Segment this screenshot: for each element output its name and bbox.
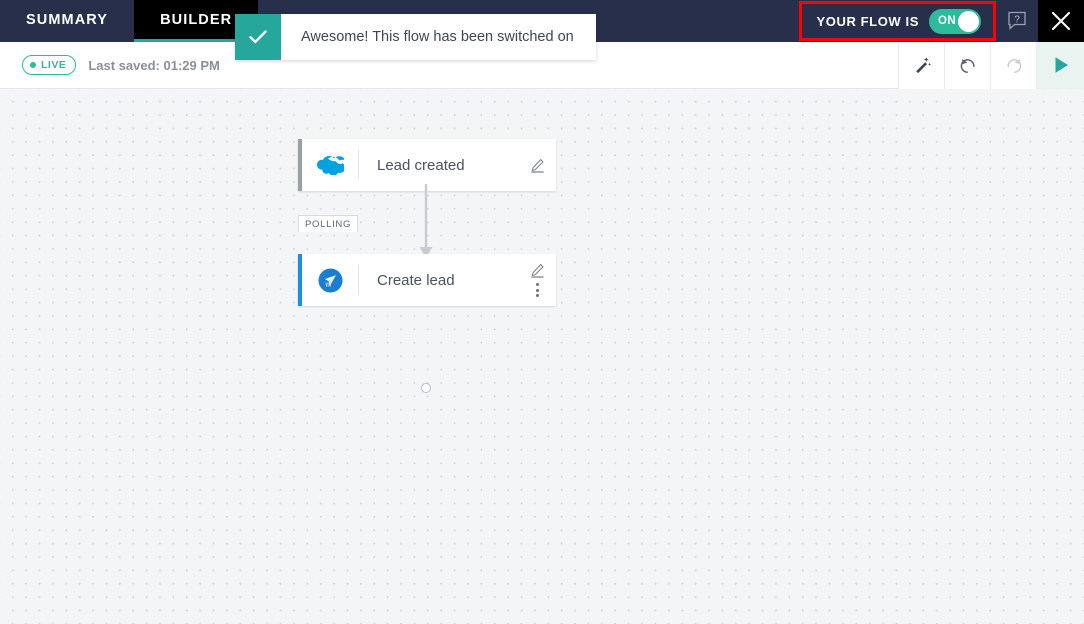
kebab-menu-icon — [535, 283, 539, 286]
status-dot-icon — [30, 62, 36, 68]
toast-icon-panel — [235, 14, 281, 60]
close-button[interactable] — [1038, 0, 1084, 42]
status-badge-label: LIVE — [41, 59, 67, 71]
action-app-icon-wrap — [302, 267, 358, 293]
flow-canvas[interactable]: POLLING Lead created Create lead — [0, 89, 1084, 624]
toast-notification: Awesome! This flow has been switched on — [235, 14, 596, 60]
zoho-crm-icon — [317, 267, 343, 293]
tab-summary-label: SUMMARY — [26, 11, 109, 28]
run-flow-button[interactable] — [1036, 41, 1084, 89]
flow-toggle-label: YOUR FLOW IS — [816, 13, 919, 29]
salesforce-cloud-icon — [316, 155, 344, 175]
redo-icon — [1006, 59, 1021, 73]
flow-toggle-state-text: ON — [938, 15, 957, 27]
flow-on-off-toggle[interactable]: ON — [929, 8, 981, 34]
pencil-icon — [530, 158, 544, 173]
kebab-menu-icon — [535, 294, 539, 297]
kebab-menu-icon — [535, 288, 539, 292]
status-badge: LIVE — [22, 55, 77, 75]
flow-state-highlight-box: YOUR FLOW IS ON — [799, 1, 996, 41]
action-node-actions — [522, 263, 556, 297]
trigger-app-icon-wrap — [302, 155, 358, 175]
help-button[interactable]: ? — [996, 0, 1038, 42]
action-menu-button[interactable] — [535, 283, 539, 297]
run-icon — [1055, 57, 1068, 73]
trigger-node-title: Lead created — [377, 156, 465, 174]
flow-node-action[interactable]: Create lead — [298, 254, 556, 306]
trigger-node-actions — [522, 158, 556, 173]
magic-wand-icon — [915, 57, 931, 74]
action-node-title: Create lead — [377, 271, 455, 289]
top-navigation-right-group: YOUR FLOW IS ON ? — [799, 0, 1084, 42]
close-icon — [1051, 11, 1071, 31]
undo-button[interactable] — [944, 41, 990, 89]
node-type-badge-polling: POLLING — [298, 215, 359, 232]
tab-summary[interactable]: SUMMARY — [0, 0, 134, 42]
check-icon — [249, 30, 267, 44]
trigger-edit-button[interactable] — [530, 158, 545, 173]
svg-text:?: ? — [1014, 15, 1020, 26]
toggle-knob — [958, 10, 979, 32]
toast-message: Awesome! This flow has been switched on — [281, 14, 596, 60]
action-edit-button[interactable] — [530, 263, 545, 278]
action-output-port[interactable] — [421, 383, 431, 393]
magic-wand-button[interactable] — [898, 41, 944, 89]
flow-builder-app: SUMMARY BUILDER HISTORY YOUR FLOW IS ON — [0, 0, 1084, 624]
tab-builder-label: BUILDER — [160, 11, 233, 28]
last-saved-text: Last saved: 01:29 PM — [88, 57, 220, 73]
toolbar-actions — [898, 41, 1084, 89]
pencil-icon — [530, 264, 544, 278]
undo-icon — [960, 59, 975, 73]
node-connector — [419, 184, 433, 258]
question-mark-bubble-icon: ? — [1008, 11, 1026, 30]
redo-button[interactable] — [990, 41, 1036, 89]
